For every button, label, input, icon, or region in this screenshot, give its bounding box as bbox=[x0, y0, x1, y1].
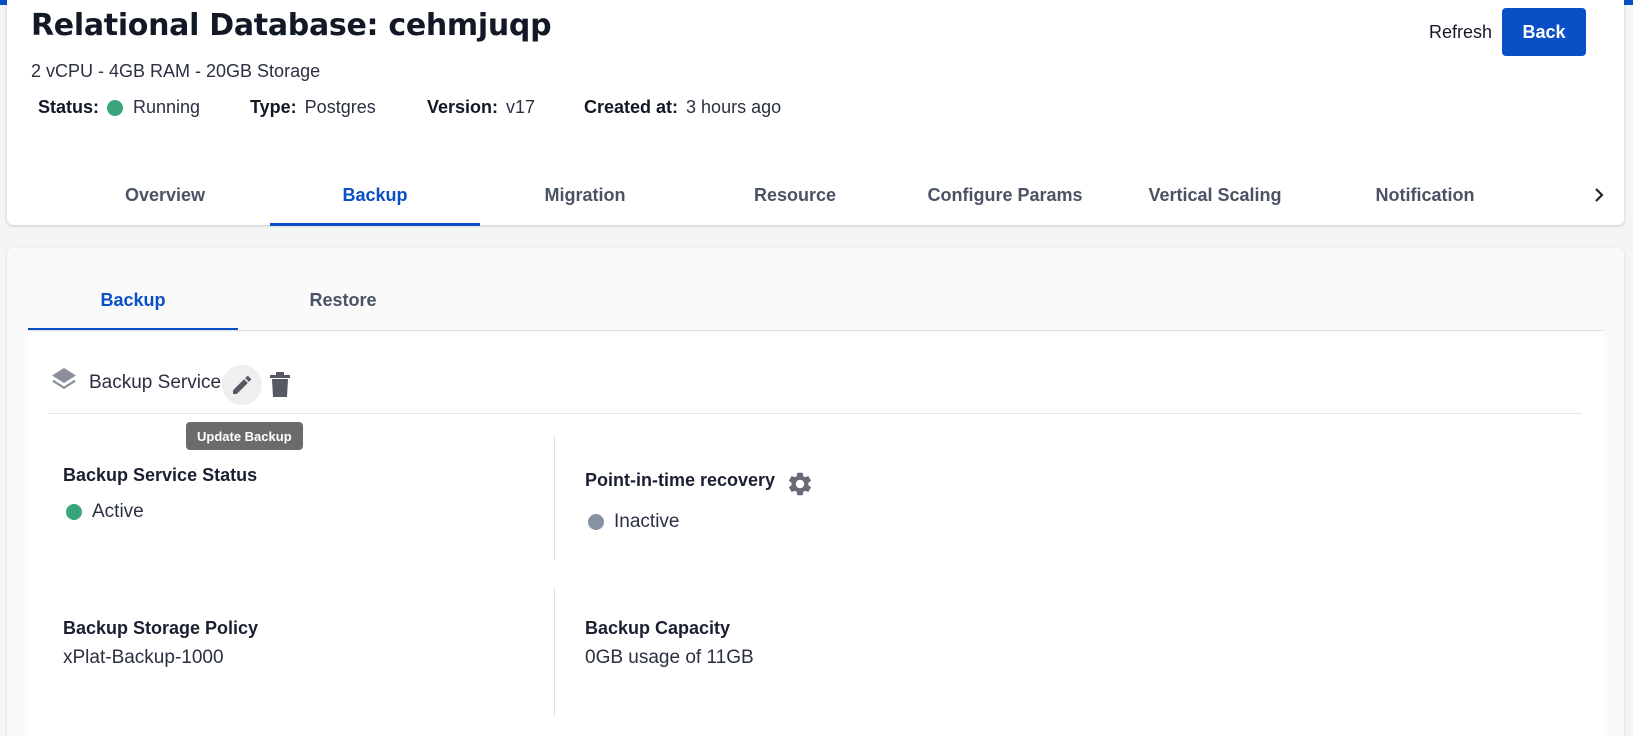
pitr-settings-button[interactable] bbox=[785, 469, 815, 499]
tab-vertical-scaling[interactable]: Vertical Scaling bbox=[1110, 170, 1320, 226]
meta-type: Type: Postgres bbox=[250, 97, 376, 118]
status-inactive-indicator bbox=[588, 514, 604, 530]
subtab-backup[interactable]: Backup bbox=[28, 271, 238, 331]
type-key: Type: bbox=[250, 97, 297, 117]
created-value: 3 hours ago bbox=[686, 97, 782, 117]
page-title: Relational Database: cehmjuqp bbox=[31, 8, 552, 43]
column-divider bbox=[554, 435, 555, 560]
tab-backup[interactable]: Backup bbox=[270, 170, 480, 226]
trash-icon bbox=[270, 372, 290, 397]
status-key: Status: bbox=[38, 97, 100, 117]
backup-service-status-value: Active bbox=[66, 501, 144, 523]
meta-created: Created at: 3 hours ago bbox=[584, 97, 781, 118]
pitr-status-text: Inactive bbox=[614, 511, 680, 532]
backup-service-divider bbox=[48, 413, 1582, 414]
backup-capacity-label: Backup Capacity bbox=[585, 618, 731, 638]
layers-icon bbox=[52, 368, 76, 389]
tabs-scroll-right-button[interactable] bbox=[1585, 178, 1613, 212]
status-running-indicator bbox=[107, 99, 124, 116]
tab-configure-params[interactable]: Configure Params bbox=[900, 170, 1110, 226]
status-active-indicator bbox=[66, 504, 82, 520]
backup-service-title: Backup Service bbox=[89, 372, 222, 393]
resource-spec: 2 vCPU - 4GB RAM - 20GB Storage bbox=[31, 61, 321, 81]
pencil-icon bbox=[233, 375, 252, 394]
type-value: Postgres bbox=[304, 97, 376, 117]
tab-overview[interactable]: Overview bbox=[60, 170, 270, 226]
backup-service-icon-wrap bbox=[50, 365, 78, 393]
gear-icon bbox=[789, 472, 811, 496]
delete-backup-button[interactable] bbox=[266, 367, 294, 403]
backup-storage-policy-label: Backup Storage Policy bbox=[63, 618, 259, 638]
backup-service-status-label: Backup Service Status bbox=[63, 465, 258, 485]
pitr-status-value: Inactive bbox=[588, 511, 679, 533]
subtab-restore[interactable]: Restore bbox=[238, 271, 448, 331]
status-active-text: Active bbox=[92, 501, 144, 522]
update-backup-tooltip: Update Backup bbox=[186, 422, 303, 450]
created-key: Created at: bbox=[584, 97, 679, 117]
chevron-right-icon bbox=[1595, 188, 1604, 202]
backup-capacity-value: 0GB usage of 11GB bbox=[585, 647, 754, 668]
pitr-label: Point-in-time recovery bbox=[585, 470, 776, 490]
version-value: v17 bbox=[506, 97, 536, 117]
back-button[interactable]: Back bbox=[1502, 8, 1586, 56]
meta-version: Version: v17 bbox=[427, 97, 535, 118]
tab-migration[interactable]: Migration bbox=[480, 170, 690, 226]
refresh-button[interactable]: Refresh bbox=[1421, 14, 1500, 50]
status-value: Running bbox=[133, 97, 201, 117]
meta-status: Status: Running bbox=[38, 97, 200, 118]
tab-notification[interactable]: Notification bbox=[1320, 170, 1530, 226]
column-divider bbox=[554, 588, 555, 716]
backup-subtabs: Backup Restore bbox=[28, 271, 448, 331]
version-key: Version: bbox=[427, 97, 499, 117]
backup-storage-policy-value: xPlat-Backup-1000 bbox=[63, 647, 224, 668]
main-tabs: Overview Backup Migration Resource Confi… bbox=[60, 170, 1530, 226]
update-backup-button[interactable] bbox=[222, 365, 262, 405]
subtabs-divider bbox=[28, 330, 1604, 331]
backup-service-panel bbox=[28, 332, 1604, 736]
tab-resource[interactable]: Resource bbox=[690, 170, 900, 226]
